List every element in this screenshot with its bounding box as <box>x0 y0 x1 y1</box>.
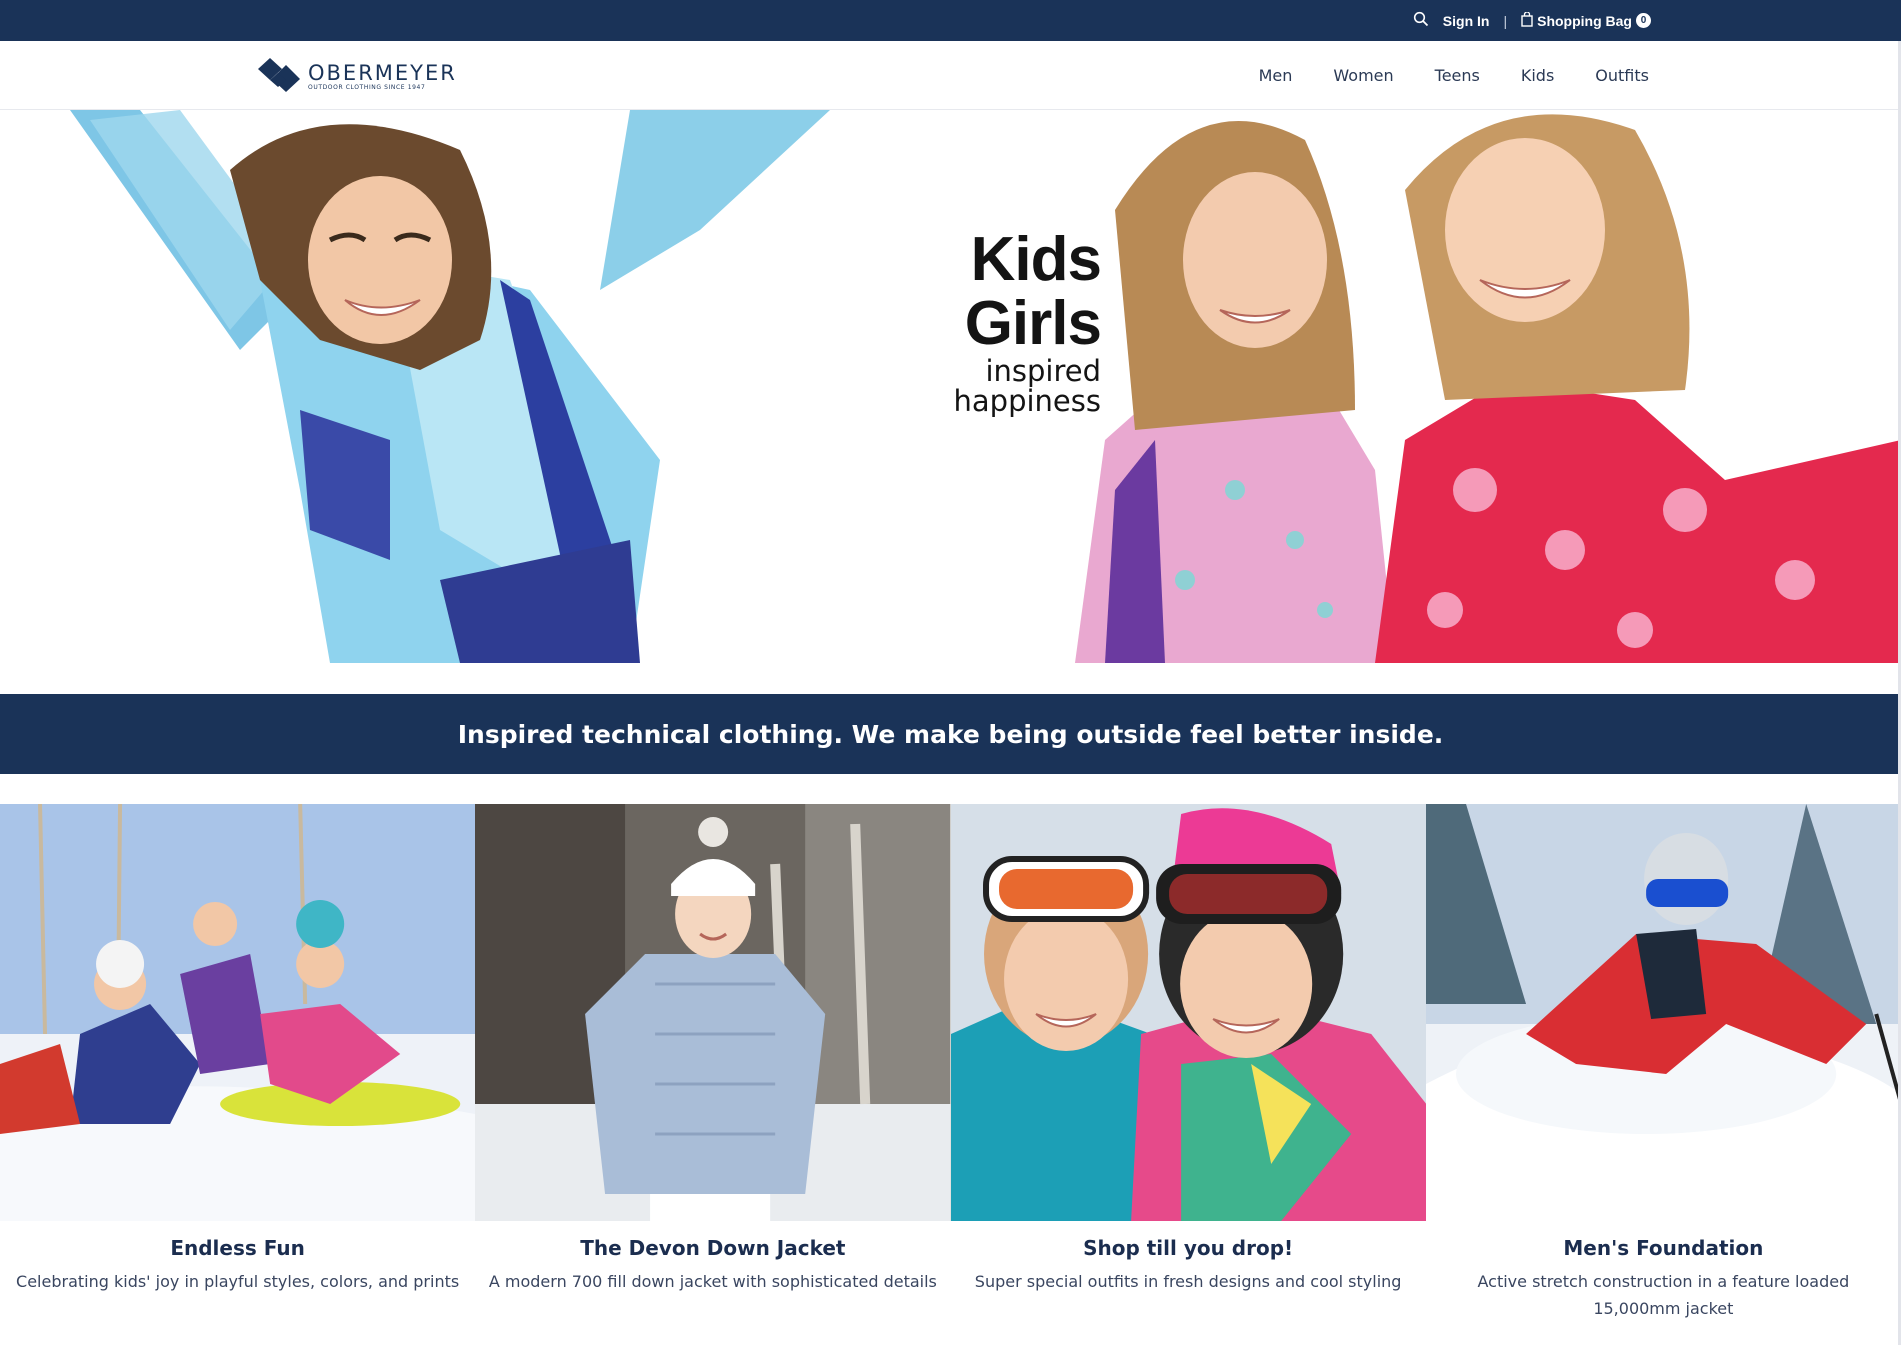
utility-bar: Sign In | Shopping Bag 0 <box>0 0 1901 41</box>
hero-banner[interactable]: Kids Girls inspired happiness <box>0 110 1901 663</box>
tagline-text: Inspired technical clothing. We make bei… <box>457 719 1444 749</box>
nav-item-outfits[interactable]: Outfits <box>1595 66 1649 85</box>
hero-image-two-girls <box>1075 114 1901 663</box>
bag-count-badge: 0 <box>1636 13 1651 28</box>
tile-shop-till-you-drop[interactable]: Shop till you drop! Super special outfit… <box>950 804 1426 1345</box>
tile-title: The Devon Down Jacket <box>580 1236 846 1260</box>
logo-mark-icon <box>256 55 302 97</box>
hero-title-block: Kids Girls inspired happiness <box>836 225 1102 418</box>
tagline-banner: Inspired technical clothing. We make bei… <box>0 694 1901 774</box>
tile-title: Shop till you drop! <box>1083 1236 1294 1260</box>
tile-image-down-jacket <box>475 804 951 1221</box>
logo[interactable]: OBERMEYER OUTDOOR CLOTHING SINCE 1947 <box>256 55 457 97</box>
shopping-bag-link[interactable]: Shopping Bag 0 <box>1521 10 1651 30</box>
hero-subtitle: inspired happiness <box>953 354 1101 418</box>
main-nav: Men Women Teens Kids Outfits <box>1259 41 1649 110</box>
bag-icon <box>1521 10 1533 30</box>
nav-item-kids[interactable]: Kids <box>1521 66 1554 85</box>
tile-image-sledding <box>0 804 476 1221</box>
feature-tiles: Endless Fun Celebrating kids' joy in pla… <box>0 804 1901 1345</box>
tile-mens-foundation[interactable]: Men's Foundation Active stretch construc… <box>1425 804 1901 1345</box>
tile-description: Celebrating kids' joy in playful styles,… <box>16 1272 460 1291</box>
utility-links: Sign In | Shopping Bag 0 <box>1413 0 1651 41</box>
separator: | <box>1503 12 1508 29</box>
tile-title: Men's Foundation <box>1563 1236 1764 1260</box>
nav-item-men[interactable]: Men <box>1259 66 1293 85</box>
tile-description: Active stretch construction in a feature… <box>1477 1272 1850 1318</box>
logo-text: OBERMEYER OUTDOOR CLOTHING SINCE 1947 <box>308 62 457 91</box>
search-icon[interactable] <box>1413 11 1429 30</box>
logo-tagline: OUTDOOR CLOTHING SINCE 1947 <box>308 83 426 91</box>
tile-title: Endless Fun <box>170 1236 305 1260</box>
tile-description: A modern 700 fill down jacket with sophi… <box>488 1272 937 1291</box>
logo-name: OBERMEYER <box>308 60 457 85</box>
tile-endless-fun[interactable]: Endless Fun Celebrating kids' joy in pla… <box>0 804 476 1345</box>
site-header: OBERMEYER OUTDOOR CLOTHING SINCE 1947 Me… <box>0 41 1901 110</box>
shopping-bag-label: Shopping Bag <box>1537 12 1632 29</box>
tile-image-goggles-girls <box>950 804 1426 1221</box>
nav-item-women[interactable]: Women <box>1333 66 1393 85</box>
nav-item-teens[interactable]: Teens <box>1435 66 1480 85</box>
hero-image-jumping-girl <box>70 110 830 663</box>
sign-in-link[interactable]: Sign In <box>1443 13 1490 29</box>
hero-title: Kids Girls <box>964 225 1102 358</box>
tile-description: Super special outfits in fresh designs a… <box>974 1272 1402 1291</box>
tile-image-skier <box>1425 804 1901 1221</box>
tile-devon-down-jacket[interactable]: The Devon Down Jacket A modern 700 fill … <box>475 804 951 1345</box>
